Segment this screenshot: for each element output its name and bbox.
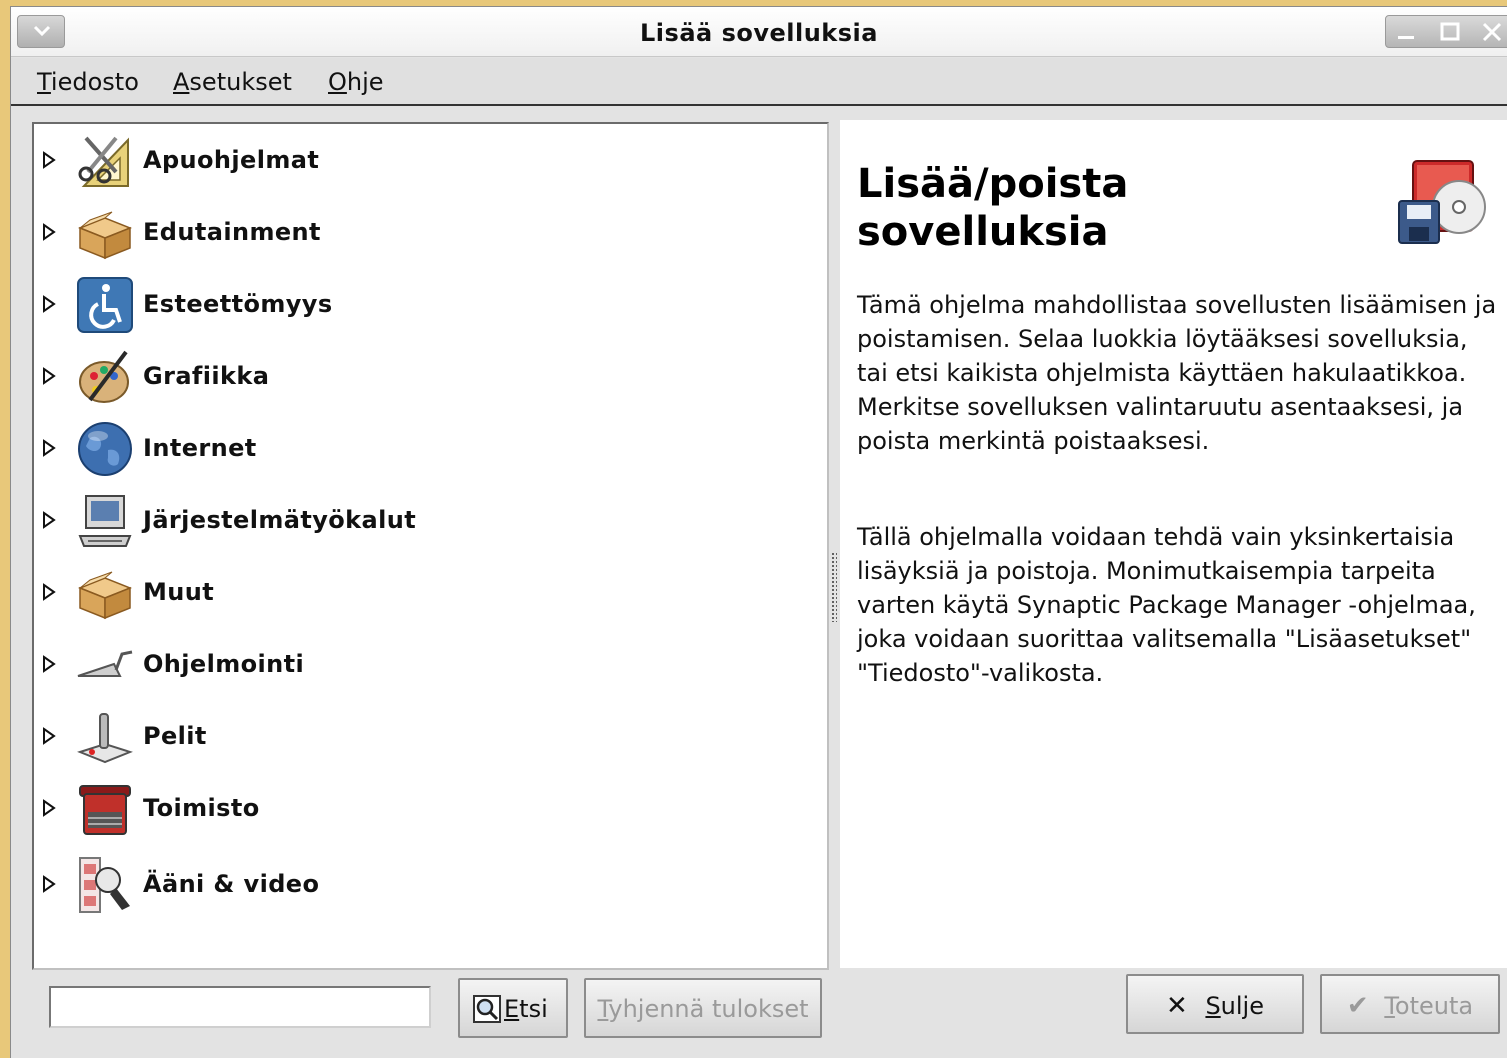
category-label: Apuohjelmat bbox=[143, 146, 320, 174]
graphics-palette-icon bbox=[79, 350, 129, 403]
checkmark-icon: ✔ bbox=[1346, 991, 1369, 1021]
minimize-icon[interactable] bbox=[1398, 36, 1414, 39]
category-row-other[interactable]: Muut bbox=[34, 560, 794, 624]
expander-arrow-icon[interactable] bbox=[42, 727, 56, 745]
category-row-internet[interactable]: Internet bbox=[34, 416, 794, 480]
expander-arrow-icon[interactable] bbox=[42, 655, 56, 673]
menu-help[interactable]: Ohje bbox=[328, 68, 384, 96]
close-icon[interactable] bbox=[1482, 22, 1502, 42]
title-bar: Lisää sovelluksia bbox=[11, 7, 1507, 57]
package-box-icon bbox=[77, 211, 133, 260]
menu-settings[interactable]: Asetukset bbox=[173, 68, 292, 96]
accessibility-icon bbox=[77, 277, 133, 333]
info-panel: Lisää/poista sovelluksia Tämä ohjelma ma… bbox=[840, 120, 1507, 968]
category-row-sound-video[interactable]: Ääni & video bbox=[34, 852, 794, 916]
add-applications-window: Lisää sovelluksia Tiedosto Asetukset Ohj… bbox=[10, 6, 1507, 1058]
find-button-label: Etsi bbox=[504, 995, 548, 1023]
package-box-icon bbox=[77, 571, 133, 620]
category-row-games[interactable]: Pelit bbox=[34, 704, 794, 768]
expander-arrow-icon[interactable] bbox=[42, 439, 56, 457]
close-button[interactable]: ✕ Sulje bbox=[1126, 974, 1304, 1034]
category-row-system-tools[interactable]: Järjestelmätyökalut bbox=[34, 488, 794, 552]
find-button[interactable]: Etsi bbox=[458, 978, 568, 1038]
info-advanced-note: Tällä ohjelmalla voidaan tehdä vain yksi… bbox=[857, 523, 1476, 687]
info-description: Tämä ohjelma mahdollistaa sovellusten li… bbox=[857, 291, 1497, 455]
menu-bar: Tiedosto Asetukset Ohje bbox=[11, 58, 1507, 106]
apply-button[interactable]: ✔ Toteuta bbox=[1320, 974, 1500, 1034]
apply-button-label: ✔ Toteuta bbox=[1346, 991, 1474, 1021]
clear-results-button[interactable]: Tyhjennä tulokset bbox=[584, 978, 822, 1038]
window-controls bbox=[1385, 15, 1507, 48]
category-row-programming[interactable]: Ohjelmointi bbox=[34, 632, 794, 696]
category-row-accessibility[interactable]: Esteettömyys bbox=[34, 272, 794, 336]
category-label: Pelit bbox=[143, 722, 207, 750]
trowel-icon bbox=[77, 650, 133, 677]
menu-file[interactable]: Tiedosto bbox=[37, 68, 139, 96]
accessories-icon bbox=[78, 136, 129, 187]
pane-resize-handle[interactable] bbox=[831, 552, 837, 622]
expander-arrow-icon[interactable] bbox=[42, 875, 56, 893]
typewriter-icon bbox=[79, 785, 131, 835]
category-row-graphics[interactable]: Grafiikka bbox=[34, 344, 794, 408]
expander-arrow-icon[interactable] bbox=[42, 799, 56, 817]
software-install-icon bbox=[1398, 160, 1486, 244]
expander-arrow-icon[interactable] bbox=[42, 223, 56, 241]
category-label: Muut bbox=[143, 578, 215, 606]
category-label: Edutainment bbox=[143, 218, 321, 246]
window-title: Lisää sovelluksia bbox=[640, 19, 878, 47]
joystick-icon bbox=[77, 713, 133, 764]
category-label: Internet bbox=[143, 434, 257, 462]
expander-arrow-icon[interactable] bbox=[42, 583, 56, 601]
category-row-edutainment[interactable]: Edutainment bbox=[34, 200, 794, 264]
category-row-accessories[interactable]: Apuohjelmat bbox=[34, 128, 794, 192]
expander-arrow-icon[interactable] bbox=[42, 367, 56, 385]
find-magnifier-icon bbox=[473, 995, 501, 1023]
expander-arrow-icon[interactable] bbox=[42, 151, 56, 169]
close-button-label: ✕ Sulje bbox=[1166, 991, 1264, 1021]
expander-arrow-icon[interactable] bbox=[42, 511, 56, 529]
category-label: Esteettömyys bbox=[143, 290, 333, 318]
info-title: Lisää/poista sovelluksia bbox=[857, 161, 1129, 255]
search-input[interactable] bbox=[49, 986, 431, 1028]
category-label: Ääni & video bbox=[143, 870, 320, 898]
multimedia-icon bbox=[79, 857, 130, 913]
category-label: Toimisto bbox=[143, 794, 260, 822]
globe-icon bbox=[78, 422, 132, 476]
category-label: Grafiikka bbox=[143, 362, 270, 390]
category-label: Järjestelmätyökalut bbox=[143, 506, 417, 534]
maximize-icon[interactable] bbox=[1440, 22, 1460, 41]
clear-results-label: Tyhjennä tulokset bbox=[597, 995, 809, 1023]
category-label: Ohjelmointi bbox=[143, 650, 305, 678]
expander-arrow-icon[interactable] bbox=[42, 295, 56, 313]
category-row-office[interactable]: Toimisto bbox=[34, 776, 794, 840]
category-tree[interactable]: Apuohjelmat Edutainment Esteettömyys Gra… bbox=[32, 122, 829, 970]
close-x-icon: ✕ bbox=[1166, 991, 1188, 1021]
computer-icon bbox=[78, 495, 132, 547]
